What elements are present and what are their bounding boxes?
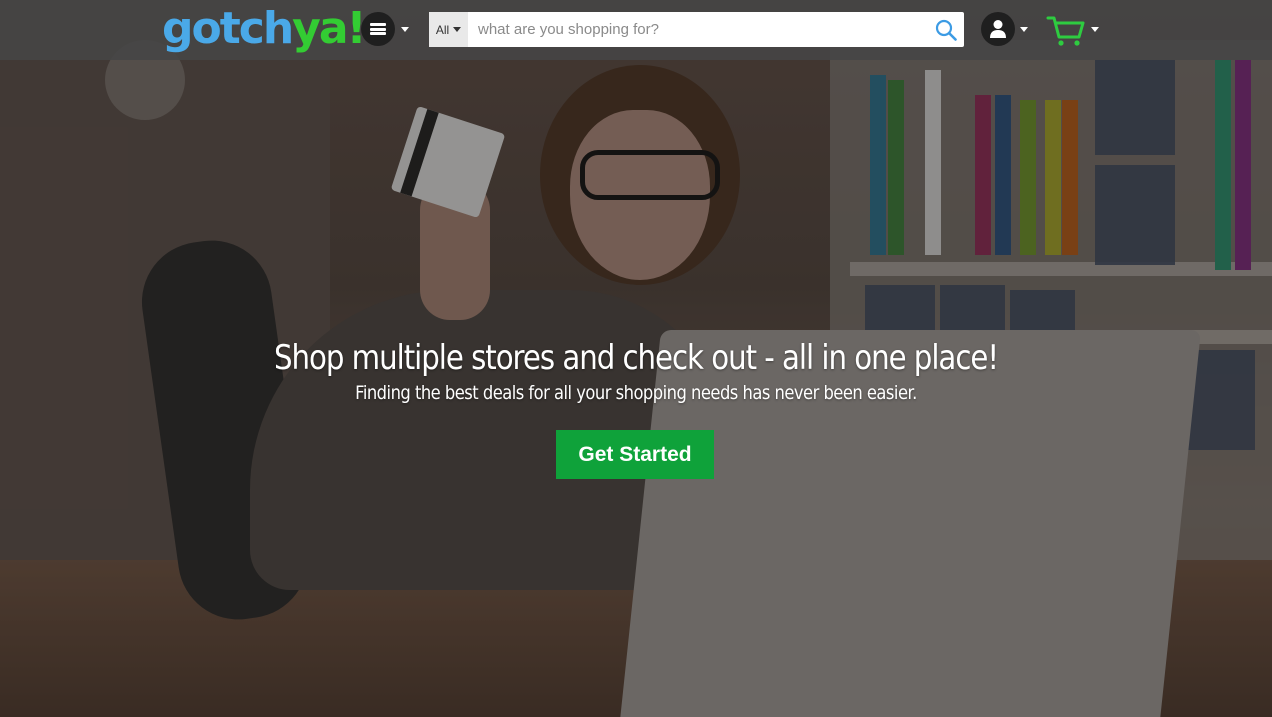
menu-chevron-down-icon[interactable] bbox=[401, 27, 409, 32]
cart-chevron-down-icon[interactable] bbox=[1091, 27, 1099, 32]
hamburger-icon bbox=[370, 23, 386, 35]
search-input[interactable] bbox=[468, 12, 928, 47]
hero-headline: Shop multiple stores and check out - all… bbox=[273, 338, 999, 378]
cart-button[interactable] bbox=[1046, 13, 1086, 47]
hero-subheadline: Finding the best deals for all your shop… bbox=[355, 382, 917, 404]
user-icon bbox=[990, 20, 1006, 38]
gotchya-logo[interactable]: gotchya! bbox=[162, 4, 367, 54]
top-navigation-bar: gotchya! All bbox=[0, 0, 1272, 60]
search-category-label: All bbox=[435, 22, 450, 37]
cart-icon bbox=[1046, 16, 1085, 46]
search-button[interactable] bbox=[928, 12, 964, 47]
get-started-button[interactable]: Get Started bbox=[556, 430, 714, 479]
account-button[interactable] bbox=[981, 12, 1015, 46]
chevron-down-icon bbox=[453, 27, 462, 32]
search-icon bbox=[935, 19, 957, 41]
search-bar: All bbox=[429, 12, 964, 47]
menu-button[interactable] bbox=[361, 12, 395, 46]
search-category-select[interactable]: All bbox=[429, 12, 468, 47]
account-chevron-down-icon[interactable] bbox=[1020, 27, 1028, 32]
